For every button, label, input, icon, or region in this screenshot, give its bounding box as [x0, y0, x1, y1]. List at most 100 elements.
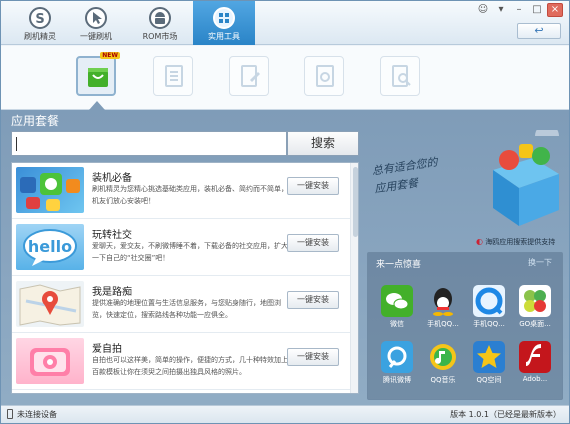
tool-app-packages[interactable]: NEW: [76, 52, 120, 96]
app-name: 手机QQ...: [427, 320, 459, 328]
search-input[interactable]: [11, 131, 287, 156]
list-item: 爱自拍 自拍也可以这样美，简单的操作，便捷的方式，几十种特效加上百款模板让你在须…: [12, 334, 350, 390]
app-name: Adob...: [522, 375, 548, 383]
new-badge: NEW: [100, 52, 120, 59]
package-description: 爱聊天，爱交友，不刷微博睡不着，下载必备的社交应用，扩大一下自己的“社交圈”吧！: [92, 242, 288, 262]
provider-text: 海鸥应用搜索提供支持: [485, 238, 556, 246]
go-launcher-icon: [519, 285, 551, 317]
app-window: S 刷机精灵 一键刷机 ROM市场 实用工具 ☺ ▾ – □ × ↩ NEW 应…: [0, 0, 570, 424]
package-description: 提供准确的地理位置与生活信息服务，与您贴身随行，地图浏览，快速定位，搜索路线各种…: [92, 299, 281, 319]
refresh-link[interactable]: 换一下: [528, 257, 552, 268]
list-scrollbar[interactable]: [350, 163, 358, 393]
section-title: 应用套餐: [11, 114, 60, 128]
install-button[interactable]: 一键安装: [287, 177, 339, 195]
feedback-icon[interactable]: ☺: [475, 3, 491, 17]
install-button[interactable]: 一键安装: [287, 348, 339, 366]
install-button[interactable]: 一键安装: [287, 234, 339, 252]
tool-toolbar: NEW: [1, 46, 569, 110]
tab-label: 刷机精灵: [24, 32, 56, 41]
app-name: 微信: [390, 320, 404, 328]
package-thumbnail: [16, 167, 84, 213]
package-title: 我是路痴: [92, 287, 132, 298]
app-tile-adobe-flash[interactable]: Adob...: [514, 341, 556, 383]
surprise-panel: 来一点惊喜 换一下 微信 手机QQ... 手机QQ... GO桌面... 腾讯微…: [367, 252, 563, 400]
svg-text:S: S: [35, 12, 44, 27]
s-logo-icon: S: [29, 7, 51, 29]
list-item: 装机必备 刷机精灵为您精心挑选基础类应用，装机必备、简约而不简单，机友们放心安装…: [12, 163, 350, 219]
package-title: 玩转社交: [92, 230, 132, 241]
app-tile-qq-music[interactable]: QQ音乐: [422, 341, 464, 385]
promo-banner: 总有适合您的 应用套餐: [367, 130, 563, 248]
qzone-icon: [473, 341, 505, 373]
app-tile-qq[interactable]: 手机QQ...: [422, 285, 464, 329]
document-icon: [165, 65, 183, 87]
status-bar: 未连接设备 版本 1.0.1（已经是最新版本）: [1, 405, 569, 423]
app-name: 手机QQ...: [473, 320, 505, 328]
tool-edit[interactable]: [229, 56, 269, 96]
back-button[interactable]: ↩: [517, 23, 561, 39]
tab-one-click-flash[interactable]: 一键刷机: [65, 1, 127, 45]
tool-search[interactable]: [380, 56, 420, 96]
list-item: 我是路痴 提供准确的地理位置与生活信息服务，与您贴身随行，地图浏览，快速定位，搜…: [12, 277, 350, 333]
tool-settings[interactable]: [304, 56, 344, 96]
device-status: 未连接设备: [17, 410, 57, 419]
package-thumbnail: [16, 338, 84, 384]
tencent-weibo-icon: [381, 341, 413, 373]
qq-browser-icon: [473, 285, 505, 317]
app-name: QQ音乐: [430, 376, 456, 384]
package-list: 装机必备 刷机精灵为您精心挑选基础类应用，装机必备、简约而不简单，机友们放心安装…: [11, 162, 359, 394]
qq-music-icon: [427, 341, 459, 373]
app-tile-qq-browser[interactable]: 手机QQ...: [468, 285, 510, 329]
app-name: 腾讯微博: [383, 376, 411, 384]
android-icon: [149, 7, 171, 29]
tab-label: ROM市场: [142, 32, 178, 41]
app-name: QQ空间: [476, 376, 502, 384]
edit-doc-icon: [241, 65, 260, 87]
grid-icon: [213, 7, 235, 29]
tab-utilities[interactable]: 实用工具: [193, 1, 255, 45]
provider-credit: ◐ 海鸥应用搜索提供支持: [476, 237, 555, 247]
search-button[interactable]: 搜索: [287, 131, 359, 156]
package-description: 刷机精灵为您精心挑选基础类应用，装机必备、简约而不简单，机友们放心安装吧！: [92, 185, 288, 205]
tab-label: 实用工具: [208, 32, 240, 41]
wechat-icon: [381, 285, 413, 317]
app-tile-tencent-weibo[interactable]: 腾讯微博: [376, 341, 418, 385]
package-title: 装机必备: [92, 173, 132, 184]
close-icon[interactable]: ×: [547, 3, 563, 17]
bag-icon: [88, 68, 108, 87]
adobe-flash-icon: [519, 341, 551, 373]
surprise-title: 来一点惊喜: [376, 260, 422, 270]
search-doc-icon: [392, 65, 411, 87]
cursor-icon: [85, 7, 107, 29]
menu-icon[interactable]: ▾: [493, 3, 509, 17]
svg-text:hello: hello: [28, 237, 72, 256]
tab-label: 一键刷机: [80, 32, 112, 41]
phone-icon: [7, 409, 13, 419]
app-tile-wechat[interactable]: 微信: [376, 285, 418, 329]
seagull-icon: ◐: [476, 237, 483, 246]
package-description: 自拍也可以这样美，简单的操作，便捷的方式，几十种特效加上百款模板让你在须臾之间拍…: [92, 356, 288, 376]
active-tool-pointer: [89, 101, 105, 110]
minimize-icon[interactable]: –: [511, 3, 527, 17]
window-controls: ☺ ▾ – □ ×: [475, 3, 563, 17]
app-packages-panel: 应用套餐 搜索 装机必备 刷机精灵为您精心挑选基础类应用，装机必备、简约而不简单…: [1, 110, 569, 405]
package-title: 爱自拍: [92, 344, 122, 355]
list-item: hello 玩转社交 爱聊天，爱交友，不刷微博睡不着，下载必备的社交应用，扩大一…: [12, 220, 350, 276]
gear-doc-icon: [316, 65, 334, 87]
package-thumbnail: [16, 281, 84, 327]
maximize-icon[interactable]: □: [529, 3, 545, 17]
tab-rom-market[interactable]: ROM市场: [129, 1, 191, 45]
tool-documents[interactable]: [153, 56, 193, 96]
app-tile-qzone[interactable]: QQ空间: [468, 341, 510, 385]
package-thumbnail: hello: [16, 224, 84, 270]
android-box-illustration: [493, 130, 559, 226]
qq-icon: [427, 285, 459, 317]
promo-text: 总有适合您的 应用套餐: [371, 155, 439, 196]
app-name: GO桌面...: [519, 320, 551, 328]
app-tile-go-launcher[interactable]: GO桌面...: [514, 285, 556, 329]
scrollbar-thumb[interactable]: [353, 167, 358, 237]
text-cursor: [16, 137, 17, 151]
tab-flash-wizard[interactable]: S 刷机精灵: [9, 1, 71, 45]
install-button[interactable]: 一键安装: [287, 291, 339, 309]
top-nav-bar: S 刷机精灵 一键刷机 ROM市场 实用工具 ☺ ▾ – □ × ↩: [1, 1, 569, 45]
